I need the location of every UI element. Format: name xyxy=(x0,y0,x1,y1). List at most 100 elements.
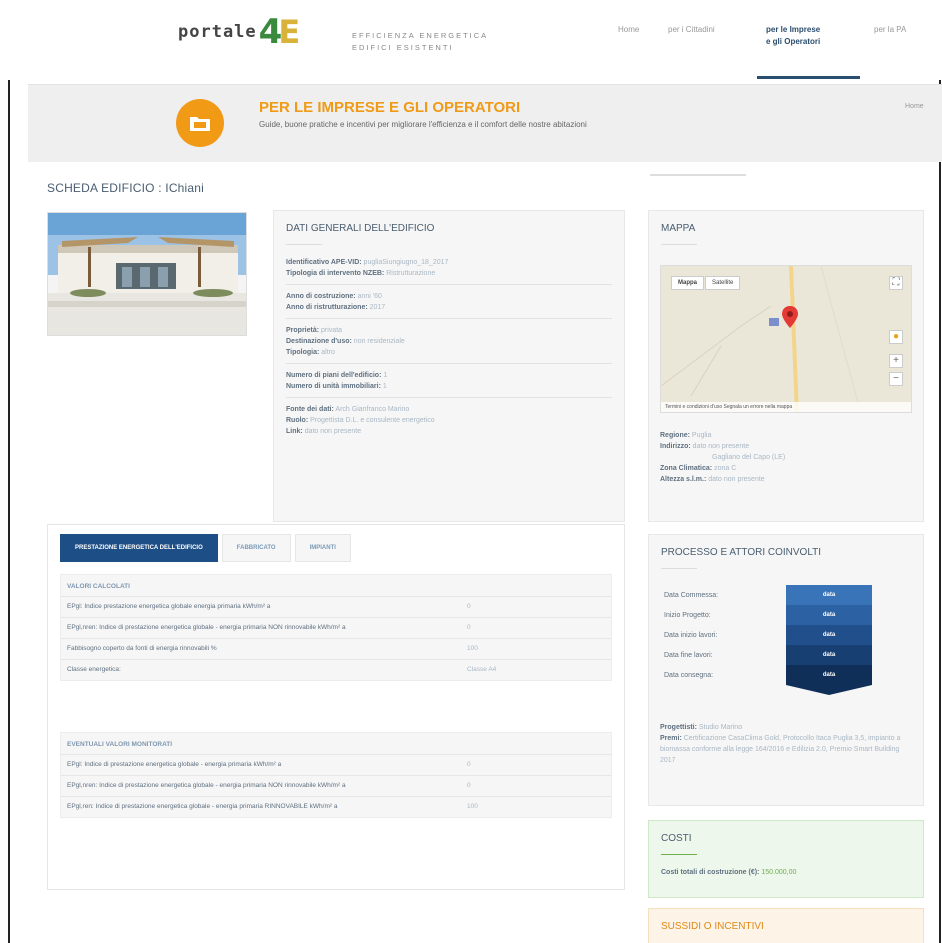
progettisti-value: Studio Marino xyxy=(698,724,743,731)
timeline-value: data xyxy=(786,585,872,605)
tab-fabbricato[interactable]: FABBRICATO xyxy=(221,534,291,562)
data-row: Link: dato non presente xyxy=(286,426,612,437)
row-label: EPgl,nren: Indice di prestazione energet… xyxy=(67,782,346,789)
nav-cittadini[interactable]: per i Cittadini xyxy=(668,24,715,36)
row-label: Fabbisogno coperto da fonti di energia r… xyxy=(67,645,217,652)
site-header: portale 4 E EFFICIENZA ENERGETICA EDIFIC… xyxy=(0,0,942,80)
detail-row: Gagliano del Capo (LE) xyxy=(660,452,916,463)
folder-icon xyxy=(176,99,224,147)
timeline-value: data xyxy=(786,605,872,625)
site-logo[interactable]: portale 4 E xyxy=(178,12,300,52)
data-row: Identificativo APE-VID: pugliaSiungiugno… xyxy=(286,257,612,268)
row-value[interactable]: dato non presente xyxy=(305,428,361,435)
data-row: Tipologia di intervento NZEB: Ristruttur… xyxy=(286,268,612,279)
row-value: 0 xyxy=(467,761,471,768)
data-group: Proprietà: privata Destinazione d'uso: n… xyxy=(286,325,612,364)
nav-imprese[interactable]: per le Imprese e gli Operatori xyxy=(766,24,820,48)
process-title: PROCESSO E ATTORI COINVOLTI xyxy=(661,547,822,558)
detail-row: Zona Climatica: zona C xyxy=(660,463,916,474)
row-value[interactable]: Arch Gianfranco Marino xyxy=(335,406,409,413)
detail-label: Regione: xyxy=(660,432,690,439)
row-value: 100 xyxy=(467,803,478,810)
site-tagline: EFFICIENZA ENERGETICA EDIFICI ESISTENTI xyxy=(352,30,488,54)
detail-row: Indirizzo: dato non presente xyxy=(660,441,916,452)
data-row: Ruolo: Progettista D.L. e consulente ene… xyxy=(286,415,612,426)
data-row: Proprietà: privata xyxy=(286,325,612,336)
detail-value: Gagliano del Capo (LE) xyxy=(712,454,786,461)
divider xyxy=(650,174,746,176)
row-value: 1 xyxy=(382,383,387,390)
row-value: privata xyxy=(321,327,343,334)
nav-home[interactable]: Home xyxy=(618,24,639,36)
breadcrumb-home[interactable]: Home xyxy=(905,103,924,110)
data-row: Destinazione d'uso: non residenziale xyxy=(286,336,612,347)
detail-label: Indirizzo: xyxy=(660,443,691,450)
row-value: 2017 xyxy=(369,304,386,311)
timeline-value: data xyxy=(786,625,872,645)
row-value[interactable]: pugliaSiungiugno_18_2017 xyxy=(364,259,449,266)
row-label: Fonte dei dati: xyxy=(286,406,334,413)
timeline-row: Data consegna: data xyxy=(660,665,872,685)
row-value: 0 xyxy=(467,624,471,631)
zoom-out-icon[interactable]: − xyxy=(889,372,903,386)
table-row: EPgl,ren: Indice di prestazione energeti… xyxy=(61,797,611,817)
timeline-arrow xyxy=(786,685,872,695)
data-group: Anno di costruzione: anni '60 Anno di ri… xyxy=(286,291,612,319)
row-label: EPgl: Indice di prestazione energetica g… xyxy=(67,761,282,768)
timeline-row: Inizio Progetto: data xyxy=(660,605,872,625)
row-value: altro xyxy=(321,349,335,356)
map-footer[interactable]: Termini e condizioni d'uso Segnala un er… xyxy=(661,402,911,412)
monitored-values-panel: EVENTUALI VALORI MONITORATI EPgl: Indice… xyxy=(60,732,612,818)
tab-prestazione[interactable]: PRESTAZIONE ENERGETICA DELL'EDIFICIO xyxy=(60,534,218,562)
satellite-view-button[interactable]: Satellite xyxy=(705,276,741,290)
data-group: Fonte dei dati: Arch Gianfranco Marino R… xyxy=(286,404,612,442)
row-label: Anno di costruzione: xyxy=(286,293,356,300)
map-widget[interactable]: Mappa Satellite ⛶ ● + − Termini e condiz… xyxy=(660,265,912,413)
detail-value: zona C xyxy=(714,465,737,472)
table-row: EPgl,nren: Indice di prestazione energet… xyxy=(61,618,611,639)
costs-card: COSTI Costi totali di costruzione (€): 1… xyxy=(648,820,924,898)
map-view-button[interactable]: Mappa xyxy=(671,276,705,290)
timeline-row: Data inizio lavori: data xyxy=(660,625,872,645)
costs-label: Costi totali di costruzione (€): xyxy=(661,869,760,876)
data-row: Tipologia: altro xyxy=(286,347,612,358)
data-row: Anno di ristrutturazione: 2017 xyxy=(286,302,612,313)
building-photo[interactable] xyxy=(47,212,247,336)
general-data-card: DATI GENERALI DELL'EDIFICIO Identificati… xyxy=(273,210,625,522)
row-value: Progettista D.L. e consulente energetico xyxy=(310,417,435,424)
data-row: Fonte dei dati: Arch Gianfranco Marino xyxy=(286,404,612,415)
row-label: Ruolo: xyxy=(286,417,309,424)
row-value: 0 xyxy=(467,603,471,610)
zoom-in-icon[interactable]: + xyxy=(889,354,903,368)
detail-value: dato non presente xyxy=(708,476,765,483)
title-rule xyxy=(661,568,697,569)
nav-pa[interactable]: per la PA xyxy=(874,24,906,36)
premi-value: Certificazione CasaClima Gold, Protocoll… xyxy=(660,735,901,764)
data-row: Anno di costruzione: anni '60 xyxy=(286,291,612,302)
data-row: Numero di piani dell'edificio: 1 xyxy=(286,370,612,381)
row-value: 100 xyxy=(467,645,478,652)
map-pin-icon[interactable] xyxy=(782,306,798,333)
logo-number: 4 xyxy=(258,12,283,52)
timeline-label: Data Commessa: xyxy=(664,591,719,599)
timeline-row: Data Commessa: data xyxy=(660,585,872,605)
row-value: anni '60 xyxy=(357,293,382,300)
tagline-line1: EFFICIENZA ENERGETICA xyxy=(352,31,489,40)
detail-value: Puglia xyxy=(691,432,712,439)
nav-active-underline xyxy=(757,76,860,79)
row-label: Proprietà: xyxy=(286,327,320,334)
tab-impianti[interactable]: IMPIANTI xyxy=(294,534,351,562)
row-label: EPgl,nren: Indice di prestazione energet… xyxy=(67,624,346,631)
general-data-title: DATI GENERALI DELL'EDIFICIO xyxy=(286,223,435,234)
street-view-icon[interactable]: ● xyxy=(889,330,903,344)
logo-word: portale xyxy=(178,22,257,42)
row-label: Destinazione d'uso: xyxy=(286,338,352,345)
row-label: Tipologia di intervento NZEB: xyxy=(286,270,385,277)
fullscreen-icon[interactable]: ⛶ xyxy=(889,276,903,290)
table-row: Fabbisogno coperto da fonti di energia r… xyxy=(61,639,611,660)
calculated-values-title: VALORI CALCOLATI xyxy=(61,575,611,597)
title-rule xyxy=(286,244,322,245)
table-row: Classe energetica: Classe A4 xyxy=(61,660,611,680)
costs-row: Costi totali di costruzione (€): 150.000… xyxy=(661,867,911,878)
frame-left xyxy=(8,0,10,943)
